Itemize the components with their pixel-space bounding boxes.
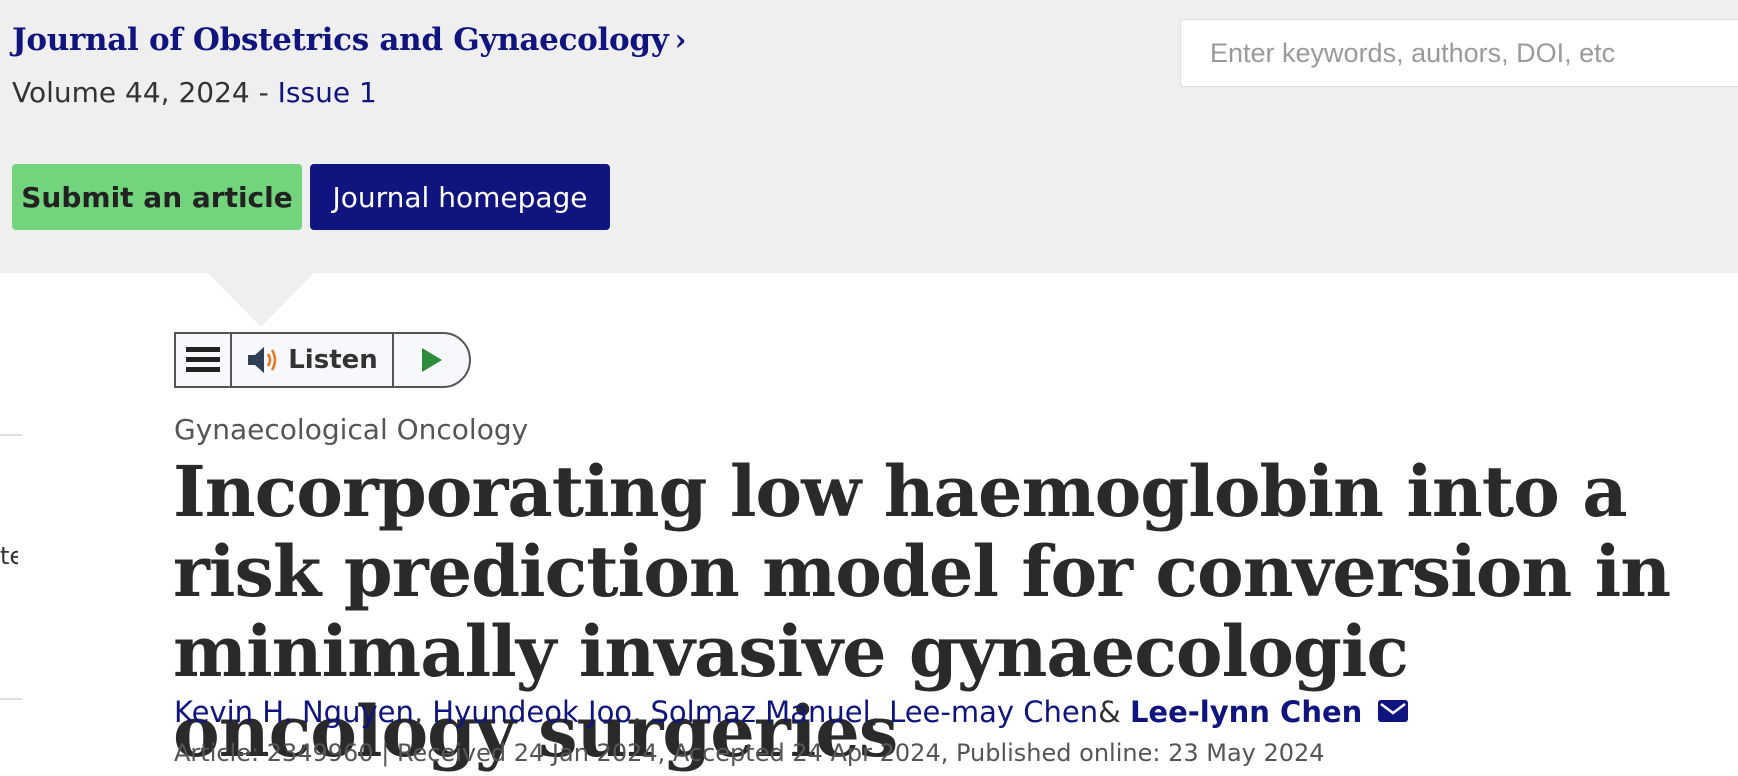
search-input[interactable] xyxy=(1181,20,1738,86)
article-meta: Article: 2349960 | Received 24 Jan 2024,… xyxy=(174,739,1325,767)
menu-icon xyxy=(186,347,220,372)
journal-header: Journal of Obstetrics and Gynaecology › V… xyxy=(0,0,1738,273)
listen-button[interactable]: Listen xyxy=(232,334,394,386)
submit-article-button[interactable]: Submit an article xyxy=(12,164,302,230)
author-list: Kevin H. Nguyen, Hyundeok Joo, Solmaz Ma… xyxy=(174,695,1409,729)
sidebar-divider xyxy=(0,698,22,700)
journal-homepage-button[interactable]: Journal homepage xyxy=(310,164,610,230)
author-link[interactable]: Solmaz Manuel xyxy=(651,695,871,729)
listen-widget: Listen xyxy=(174,332,471,388)
author-link[interactable]: Lee-may Chen xyxy=(889,695,1098,729)
speaker-icon xyxy=(248,347,277,373)
journal-title: Journal of Obstetrics and Gynaecology xyxy=(12,22,669,58)
play-button[interactable] xyxy=(394,334,469,386)
article-category: Gynaecological Oncology xyxy=(174,413,529,446)
author-separator: , xyxy=(870,695,880,729)
header-pointer xyxy=(208,273,314,327)
email-icon[interactable] xyxy=(1378,695,1409,729)
author-separator: , xyxy=(413,695,424,729)
author-link[interactable]: Hyundeok Joo xyxy=(432,695,632,729)
sidebar-divider xyxy=(0,434,22,436)
sidebar-fragment: te xyxy=(0,542,18,570)
chevron-right-icon: › xyxy=(674,23,687,58)
corresponding-author-link[interactable]: Lee-lynn Chen xyxy=(1130,695,1362,729)
search-box xyxy=(1180,19,1738,87)
journal-title-link[interactable]: Journal of Obstetrics and Gynaecology › xyxy=(12,22,686,58)
issue-link[interactable]: Issue 1 xyxy=(278,76,377,109)
listen-menu-button[interactable] xyxy=(176,334,232,386)
listen-label: Listen xyxy=(288,345,378,375)
author-separator: , xyxy=(632,695,642,729)
author-separator: & xyxy=(1098,695,1121,729)
author-link[interactable]: Kevin H. Nguyen xyxy=(174,695,414,729)
play-icon xyxy=(421,348,442,372)
volume-issue-line: Volume 44, 2024 - Issue 1 xyxy=(12,76,377,109)
volume-label: Volume 44, 2024 - xyxy=(12,76,278,109)
